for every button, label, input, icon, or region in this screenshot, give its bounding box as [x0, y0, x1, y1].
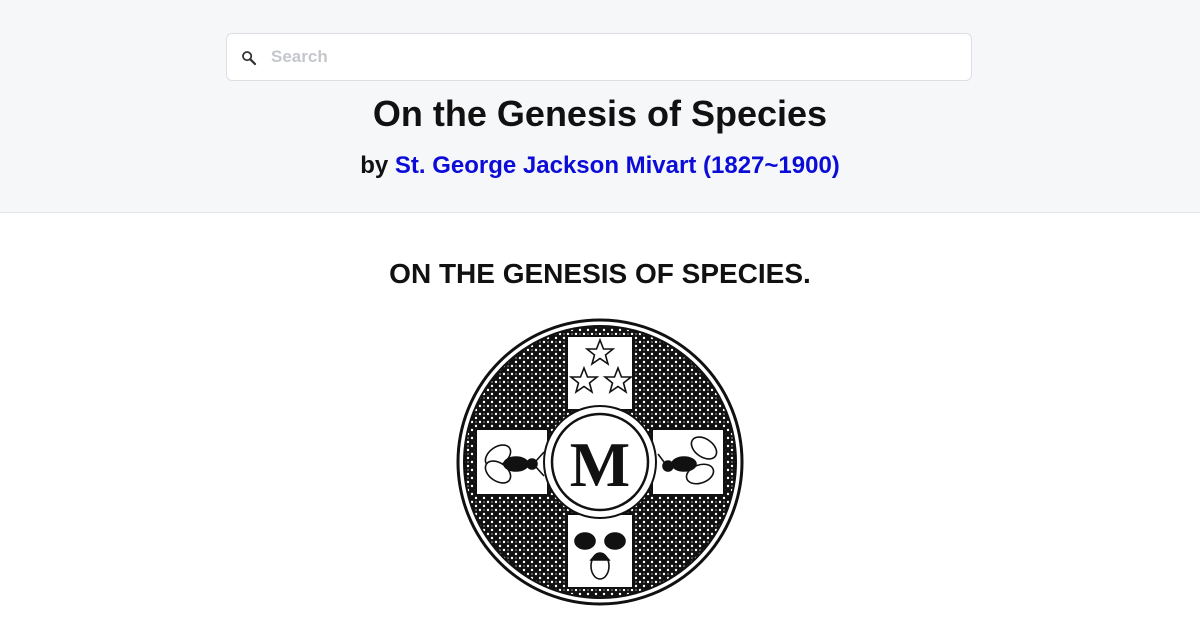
byline-prefix: by	[360, 152, 389, 179]
site-header: On the Genesis of Species by St. George …	[0, 0, 1200, 213]
search-input[interactable]	[271, 34, 961, 80]
book-title: On the Genesis of Species	[372, 93, 828, 134]
search-bar[interactable]	[226, 33, 972, 81]
emblem-image: M	[456, 318, 744, 606]
chapter-heading: ON THE GENESIS OF SPECIES.	[389, 258, 811, 289]
emblem-monogram: M	[570, 429, 630, 500]
author-link[interactable]: St. George Jackson Mivart (1827~1900)	[395, 152, 840, 179]
search-icon	[242, 51, 257, 66]
byline: by St. George Jackson Mivart (1827~1900)	[0, 151, 1200, 181]
